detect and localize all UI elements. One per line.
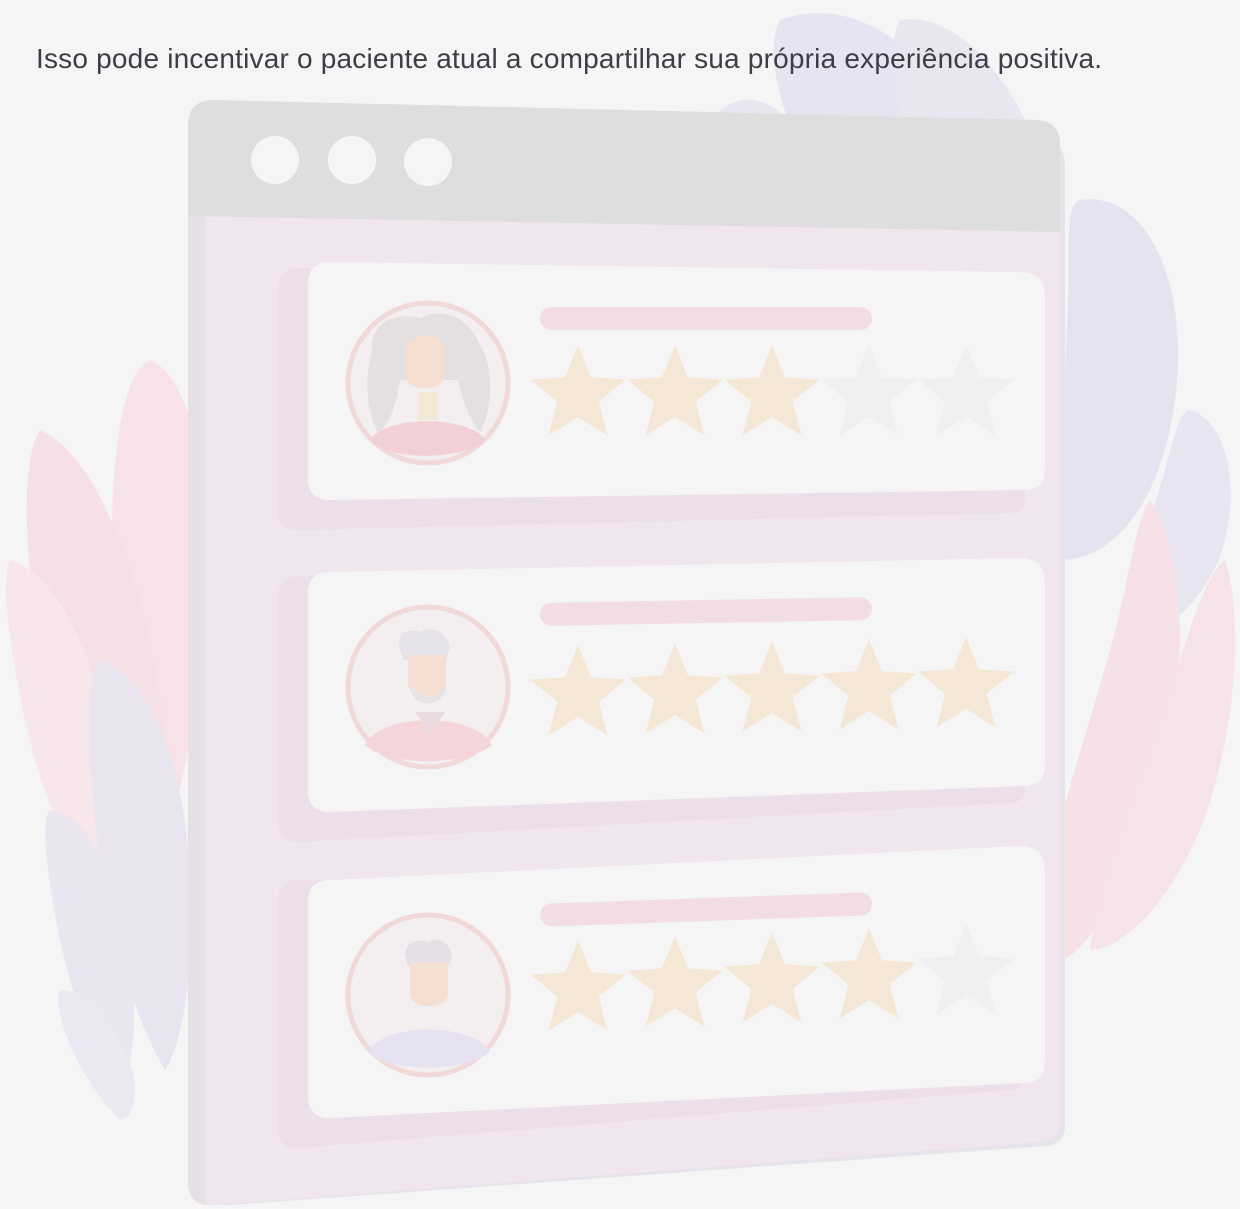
young-man-avatar-icon	[345, 912, 511, 1078]
window-header	[188, 100, 1060, 232]
window-dot-2	[328, 136, 376, 184]
window-dot-3	[404, 138, 452, 186]
name-bar	[540, 307, 872, 330]
window-dot-1	[251, 136, 299, 184]
bearded-man-avatar-icon	[345, 604, 511, 770]
reviews-illustration	[5, 13, 1236, 1206]
woman-avatar-icon	[345, 300, 511, 466]
intro-text: Isso pode incentivar o paciente atual a …	[36, 43, 1103, 74]
